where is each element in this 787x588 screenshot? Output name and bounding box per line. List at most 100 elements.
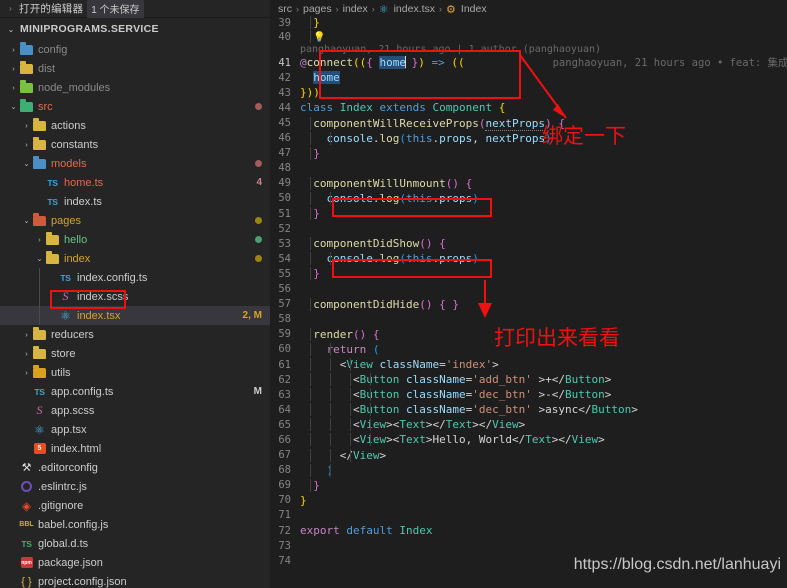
line-number: 52: [278, 222, 291, 235]
tree-item-label: hello: [64, 233, 88, 246]
code-line: 67 </View>: [270, 448, 787, 463]
workspace-root-row[interactable]: ⌄ MINIPROGRAMS.SERVICE: [0, 18, 270, 40]
tree-item-label: index.ts: [64, 195, 102, 208]
line-number: 53: [278, 237, 291, 250]
tree-item-index-ts[interactable]: ›TSindex.ts: [0, 192, 270, 211]
folder-pages-icon: [32, 213, 47, 226]
tree-item-node-modules[interactable]: › node_modules: [0, 78, 270, 97]
code-content[interactable]: 39 } 40 💡 panghaoyuan, 21 hours ago | 1 …: [270, 16, 787, 588]
tree-item-package-json[interactable]: ›npmpackage.json: [0, 553, 270, 572]
code-line: 44 class Index extends Component {: [270, 100, 787, 115]
tree-item-index-html[interactable]: ›5index.html: [0, 439, 270, 458]
chevron-down-icon: ⌄: [10, 102, 17, 111]
tree-item-index-config-ts[interactable]: ›TSindex.config.ts: [0, 268, 270, 287]
tree-item-label: src: [38, 100, 53, 113]
line-number: 42: [278, 71, 291, 84]
line-number: 71: [278, 509, 291, 522]
tree-item-label: config: [38, 43, 68, 56]
tree-item-label: index.tsx: [77, 309, 121, 322]
indent-guide: [39, 268, 40, 287]
tree-item-hello[interactable]: › hello: [0, 230, 270, 249]
tree-item-index-tsx[interactable]: ›⚛index.tsx2, M: [0, 306, 270, 325]
html5-icon: 5: [32, 443, 47, 454]
breadcrumb-item-index-tsx[interactable]: index.tsx: [394, 3, 435, 15]
breadcrumb[interactable]: src › pages › index › ⚛ index.tsx › ⚙ Index: [270, 0, 787, 18]
tree-item--editorconfig[interactable]: ›⚒.editorconfig: [0, 458, 270, 477]
line-number: 74: [278, 554, 291, 567]
line-number: 59: [278, 328, 291, 341]
tree-item-reducers[interactable]: › reducers: [0, 325, 270, 344]
npm-icon: npm: [19, 557, 34, 568]
tree-item-utils[interactable]: › utils: [0, 363, 270, 382]
tree-item-babel-config-js[interactable]: ›BBLbabel.config.js: [0, 515, 270, 534]
tree-item-constants[interactable]: › constants: [0, 135, 270, 154]
folder-icon: [45, 251, 60, 264]
line-number: 47: [278, 147, 291, 160]
tree-item--gitignore[interactable]: ›◈.gitignore: [0, 496, 270, 515]
breadcrumb-item-src[interactable]: src: [278, 3, 292, 15]
breadcrumb-item-index[interactable]: index: [343, 3, 368, 15]
code-line: 52: [270, 221, 787, 236]
line-number: 61: [278, 358, 291, 371]
chevron-down-icon: ⌄: [7, 24, 15, 34]
tree-item-badge: 4: [256, 177, 262, 188]
open-editors-header[interactable]: › 打开的编辑器 1 个未保存: [0, 0, 270, 18]
tree-item-index-scss[interactable]: ›Sindex.scss: [0, 287, 270, 306]
code-line: 68 ): [270, 463, 787, 478]
git-blame-header: panghaoyuan, 21 hours ago | 1 author (pa…: [300, 44, 602, 56]
code-line: 47 }: [270, 146, 787, 161]
tree-item-label: constants: [51, 138, 99, 151]
tree-item-app-tsx[interactable]: ›⚛app.tsx: [0, 420, 270, 439]
tree-item-label: index.config.ts: [77, 271, 148, 284]
tree-item-dist[interactable]: › dist: [0, 59, 270, 78]
tree-item-project-config-json[interactable]: ›{ }project.config.json: [0, 572, 270, 588]
tree-item-label: .eslintrc.js: [38, 480, 87, 493]
chevron-down-icon: ⌄: [23, 159, 30, 168]
line-number: 64: [278, 403, 291, 416]
breadcrumb-item-index[interactable]: Index: [461, 3, 487, 15]
line-number: 58: [278, 313, 291, 326]
tree-item-home-ts[interactable]: ›TShome.ts4: [0, 173, 270, 192]
tree-item-label: pages: [51, 214, 81, 227]
tree-item--eslintrc-js[interactable]: ›.eslintrc.js: [0, 477, 270, 496]
tree-item-config[interactable]: › config: [0, 40, 270, 59]
chevron-right-icon: ›: [25, 368, 28, 377]
tree-item-src[interactable]: ⌄ src: [0, 97, 270, 116]
breadcrumb-separator: ›: [371, 4, 375, 14]
code-line: 65 <View><Text></Text></View>: [270, 417, 787, 432]
line-number: 60: [278, 343, 291, 356]
code-line: 45 componentWillReceiveProps(nextProps) …: [270, 115, 787, 131]
unsaved-count-badge: 1 个未保存: [87, 0, 144, 18]
react-icon: ⚛: [378, 3, 389, 16]
tree-item-pages[interactable]: ⌄ pages: [0, 211, 270, 230]
ts-icon: TS: [34, 386, 45, 397]
tree-item-app-scss[interactable]: ›Sapp.scss: [0, 401, 270, 420]
tree-item-label: home.ts: [64, 176, 104, 189]
scss-icon: S: [36, 403, 43, 417]
tree-item-label: package.json: [38, 556, 103, 569]
tree-item-label: actions: [51, 119, 86, 132]
code-line: 43 })): [270, 85, 787, 100]
tree-item-models[interactable]: ⌄ models: [0, 154, 270, 173]
line-number: 72: [278, 524, 291, 537]
chevron-right-icon: ›: [25, 140, 28, 149]
tree-item-actions[interactable]: › actions: [0, 116, 270, 135]
tree-item-global-d-ts[interactable]: ›TSglobal.d.ts: [0, 534, 270, 553]
lightbulb-icon[interactable]: 💡: [313, 32, 325, 43]
line-number: 62: [278, 373, 291, 386]
code-line: 60 return (: [270, 342, 787, 357]
eslint-icon: [19, 481, 34, 492]
indent-guide: [39, 306, 40, 325]
tree-item-status-dot: [255, 255, 262, 262]
code-line: 56: [270, 282, 787, 297]
line-number: 39: [278, 17, 291, 29]
file-tree[interactable]: › config › dist › node_modules ⌄ src › actions › co…: [0, 40, 270, 588]
tree-item-app-config-ts[interactable]: ›TSapp.config.tsM: [0, 382, 270, 401]
tree-item-label: .gitignore: [38, 499, 84, 512]
tree-item-label: global.d.ts: [38, 537, 89, 550]
tree-item-label: index: [64, 252, 91, 265]
tree-item-store[interactable]: › store: [0, 344, 270, 363]
vscode-window: › 打开的编辑器 1 个未保存 ⌄ MINIPROGRAMS.SERVICE ›…: [0, 0, 787, 588]
tree-item-index[interactable]: ⌄ index: [0, 249, 270, 268]
breadcrumb-item-pages[interactable]: pages: [303, 3, 332, 15]
